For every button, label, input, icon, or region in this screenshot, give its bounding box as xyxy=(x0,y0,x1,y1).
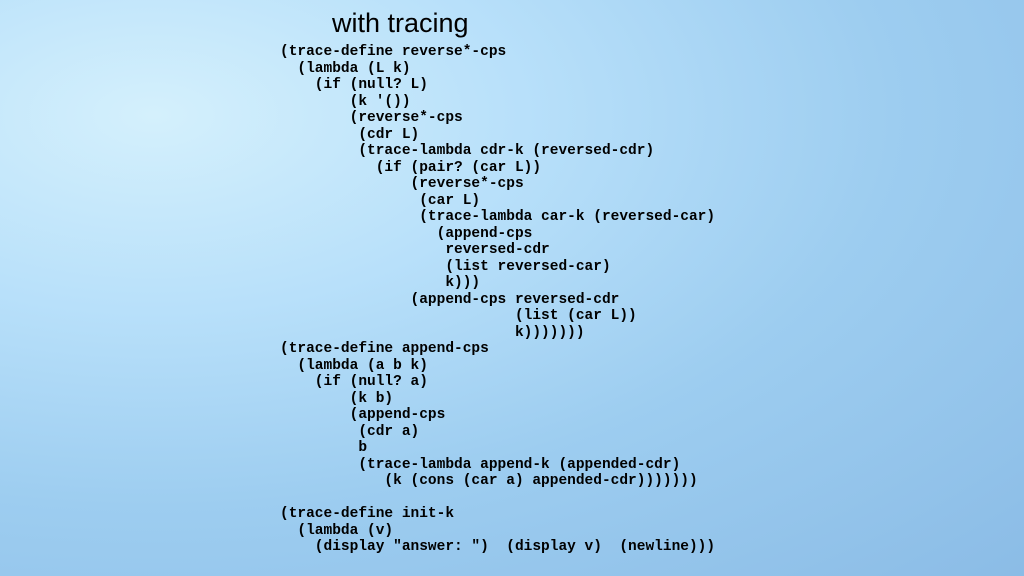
slide-title: with tracing xyxy=(332,8,469,39)
code-content: (trace-define reverse*-cps (lambda (L k)… xyxy=(280,44,715,556)
